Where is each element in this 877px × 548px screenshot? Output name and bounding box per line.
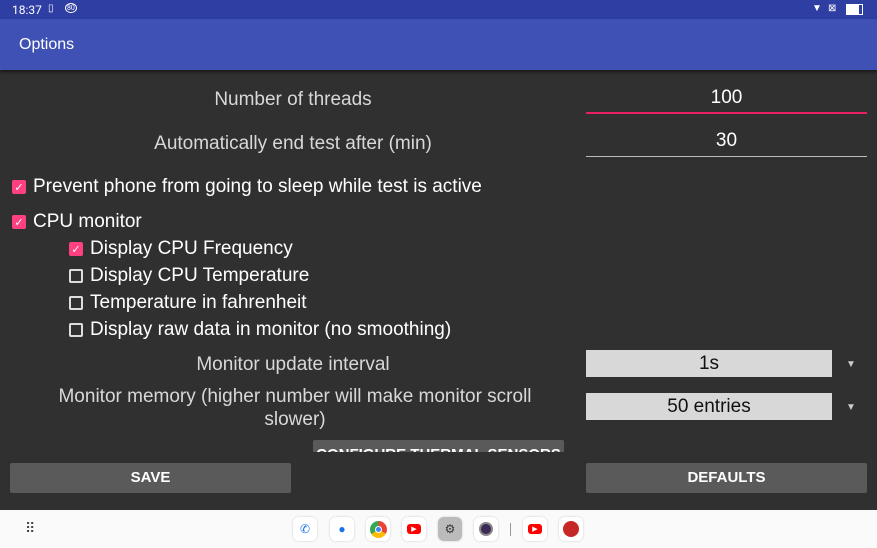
messages-icon[interactable]: ●	[330, 517, 354, 541]
memory-label: Monitor memory (higher number will make …	[58, 386, 532, 430]
checkbox-unchecked-icon	[69, 296, 83, 310]
app-drawer-icon[interactable]: ⠿	[25, 521, 35, 537]
checkbox-label: Temperature in fahrenheit	[90, 292, 307, 313]
battery-saver-icon: 80	[65, 3, 77, 13]
phone-icon[interactable]: ✆	[293, 517, 317, 541]
cpu-monitor-checkbox[interactable]: ✓ CPU monitor	[12, 211, 142, 233]
checkbox-checked-icon: ✓	[12, 180, 26, 194]
checkbox-label: Display raw data in monitor (no smoothin…	[90, 319, 452, 340]
checkbox-unchecked-icon	[69, 269, 83, 283]
youtube-icon[interactable]: ▶	[402, 517, 426, 541]
wifi-icon: ▼	[812, 3, 822, 14]
save-button[interactable]: SAVE	[10, 463, 291, 493]
camera-icon[interactable]	[474, 517, 498, 541]
options-form: Number of threads 100 Automatically end …	[0, 70, 877, 452]
chrome-icon[interactable]	[366, 517, 390, 541]
prevent-sleep-label: Prevent phone from going to sleep while …	[33, 176, 482, 197]
cpu-monitor-label: CPU monitor	[33, 211, 142, 232]
interval-select[interactable]: 1s	[586, 350, 832, 377]
memory-select[interactable]: 50 entries	[586, 393, 832, 420]
threads-input[interactable]: 100	[586, 84, 867, 114]
divider	[510, 523, 511, 536]
checkbox-label: Display CPU Temperature	[90, 265, 310, 286]
threads-label: Number of threads	[214, 89, 372, 110]
antutu-icon[interactable]	[559, 517, 583, 541]
clock: 18:37	[12, 3, 42, 17]
end-test-input[interactable]: 30	[586, 127, 867, 157]
raw-data-checkbox[interactable]: Display raw data in monitor (no smoothin…	[69, 319, 451, 341]
fahrenheit-checkbox[interactable]: Temperature in fahrenheit	[69, 292, 307, 314]
checkbox-checked-icon: ✓	[69, 242, 83, 256]
vibrate-icon: ▯	[48, 3, 54, 14]
sim-icon: ⊠	[828, 3, 837, 14]
page-title: Options	[19, 36, 75, 53]
prevent-sleep-checkbox[interactable]: ✓ Prevent phone from going to sleep whil…	[12, 176, 482, 198]
settings-icon[interactable]: ⚙	[438, 517, 462, 541]
end-test-label: Automatically end test after (min)	[154, 133, 432, 154]
checkbox-unchecked-icon	[69, 323, 83, 337]
display-cpu-frequency-checkbox[interactable]: ✓ Display CPU Frequency	[69, 238, 293, 260]
checkbox-label: Display CPU Frequency	[90, 238, 293, 259]
defaults-button[interactable]: DEFAULTS	[586, 463, 867, 493]
display-cpu-temperature-checkbox[interactable]: Display CPU Temperature	[69, 265, 309, 287]
battery-icon	[846, 4, 863, 15]
dropdown-arrow-icon[interactable]: ▼	[846, 359, 856, 370]
interval-label: Monitor update interval	[196, 354, 390, 375]
app-toolbar: Options	[0, 19, 877, 70]
configure-thermal-sensors-button[interactable]: CONFIGURE THERMAL SENSORS	[313, 440, 564, 452]
checkbox-checked-icon: ✓	[12, 215, 26, 229]
status-bar: 18:37 ▯ 80 ▼ ⊠	[0, 0, 877, 19]
dropdown-arrow-icon[interactable]: ▼	[846, 402, 856, 413]
youtube-icon[interactable]: ▶	[523, 517, 547, 541]
taskbar: ⠿ ✆ ● ▶ ⚙ ▶	[0, 510, 877, 548]
